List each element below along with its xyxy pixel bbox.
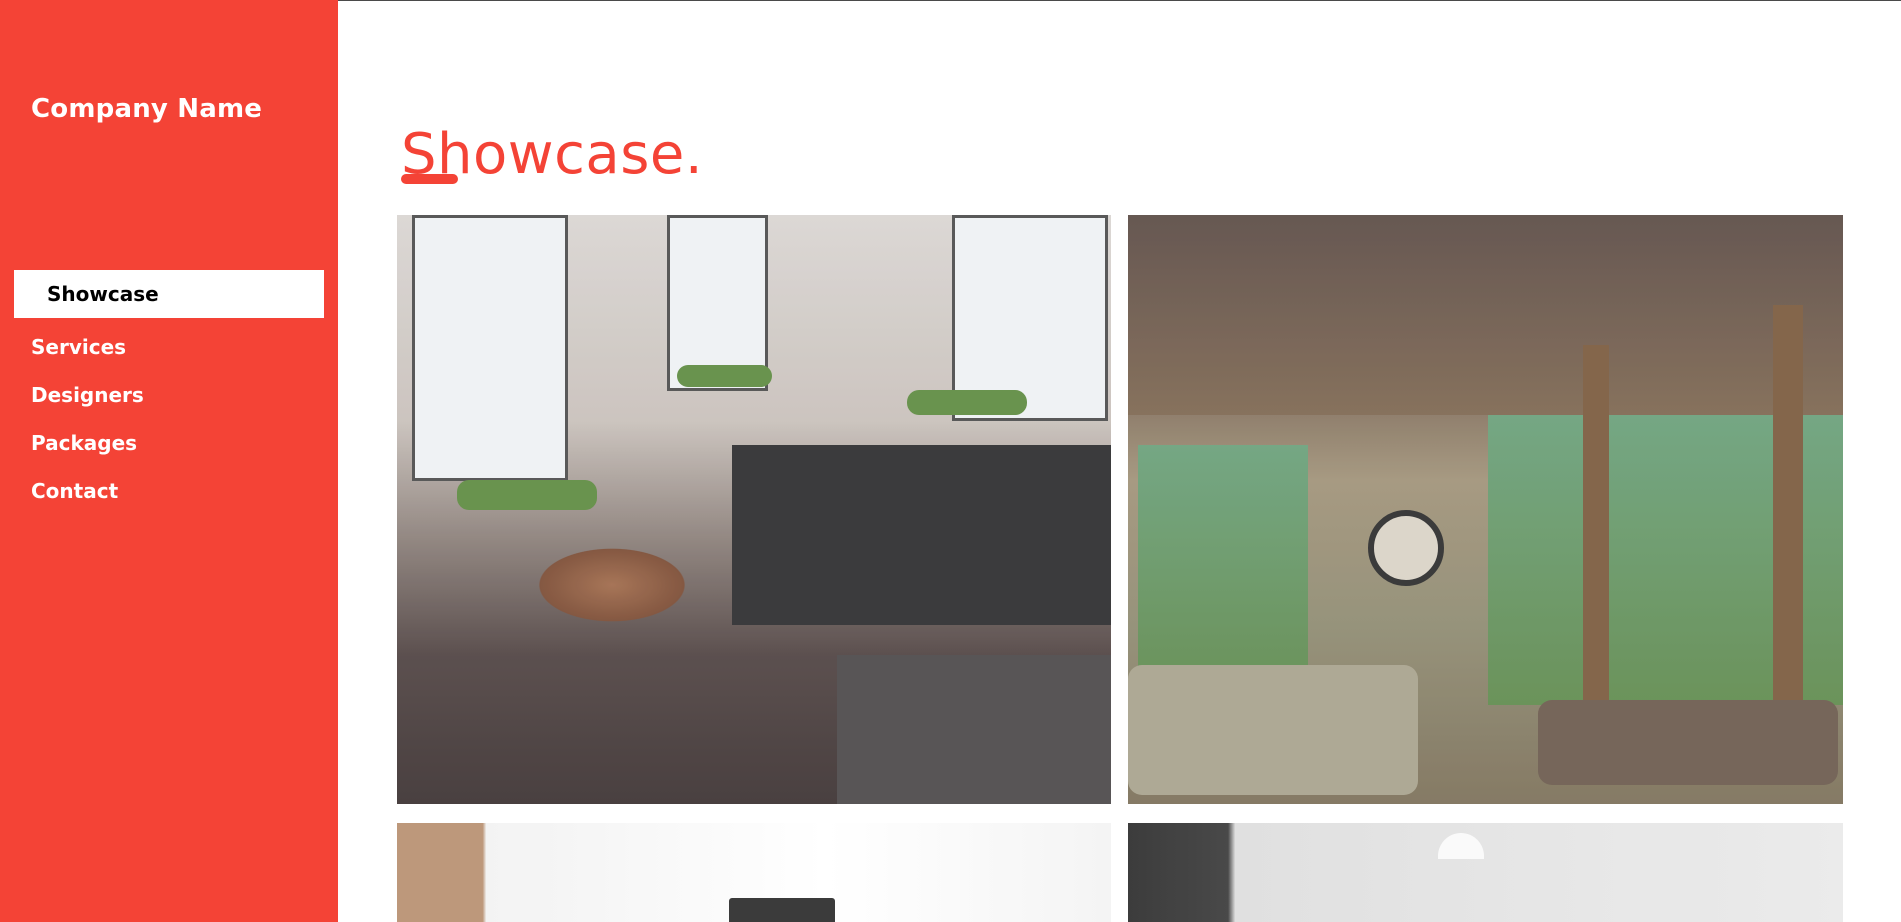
garden-view-shape	[1138, 445, 1308, 685]
gallery-image-loft-kitchen[interactable]	[397, 215, 1111, 804]
lamp-shape	[1438, 833, 1484, 859]
sidebar-nav: Showcase Services Designers Packages Con…	[0, 270, 338, 515]
nav-item-contact[interactable]: Contact	[31, 467, 338, 515]
window-shape	[412, 215, 568, 481]
bench-shape	[1538, 700, 1838, 785]
ceiling-shape	[1128, 215, 1843, 415]
title-underline	[401, 174, 458, 184]
sofa-shape	[1128, 665, 1418, 795]
plants-shape	[907, 390, 1027, 415]
plants-shape	[457, 480, 597, 510]
image-overlay	[1128, 823, 1843, 922]
plants-shape	[677, 365, 772, 387]
gallery-image-living-room[interactable]	[1128, 215, 1843, 804]
post-shape	[1583, 345, 1609, 725]
island-shape	[837, 655, 1111, 804]
post-shape	[1773, 305, 1803, 755]
kitchen-counter-shape	[732, 445, 1111, 625]
monitor-shape	[729, 898, 835, 922]
wall-clock-shape	[1368, 510, 1444, 586]
nav-item-services[interactable]: Services	[31, 323, 338, 371]
sidebar: Company Name Showcase Services Designers…	[0, 0, 338, 922]
nav-item-showcase[interactable]: Showcase	[14, 270, 324, 318]
main-content: Showcase.	[338, 0, 1901, 922]
nav-item-packages[interactable]: Packages	[31, 419, 338, 467]
company-name[interactable]: Company Name	[31, 94, 262, 124]
gallery-image-bright-office[interactable]	[397, 823, 1111, 922]
nav-item-designers[interactable]: Designers	[31, 371, 338, 419]
gallery-image-white-room[interactable]	[1128, 823, 1843, 922]
